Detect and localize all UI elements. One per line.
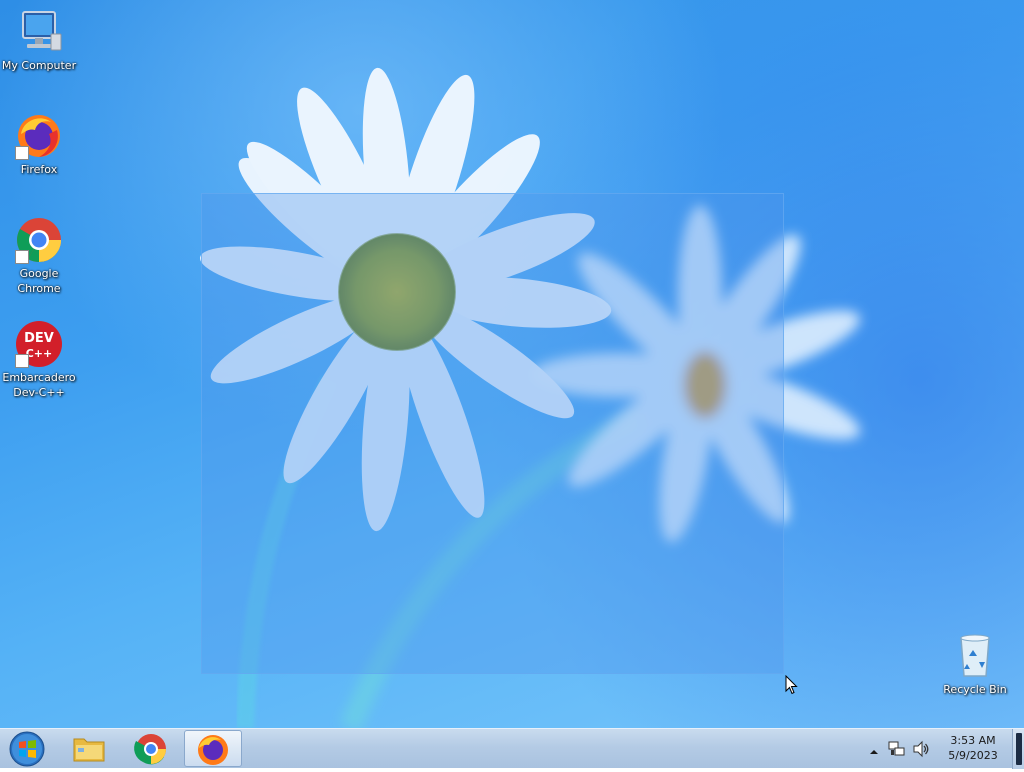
- desktop-icon-label: Firefox: [20, 163, 58, 176]
- show-hidden-icons-arrow[interactable]: [868, 743, 880, 755]
- system-clock[interactable]: 3:53 AM 5/9/2023: [940, 733, 1006, 763]
- devcpp-icon: DEV C++: [15, 320, 63, 368]
- chrome-icon: [15, 216, 63, 264]
- firefox-icon: [198, 735, 228, 765]
- network-icon[interactable]: [888, 740, 906, 758]
- recycle-bin-icon: [951, 632, 999, 680]
- volume-icon[interactable]: [912, 740, 930, 758]
- folder-icon: [73, 738, 105, 762]
- clock-time: 3:53 AM: [950, 734, 996, 747]
- firefox-icon: [15, 112, 63, 160]
- desktop-icon-google-chrome[interactable]: Google Chrome: [0, 216, 78, 296]
- start-button[interactable]: [6, 730, 48, 767]
- desktop-icon-label: Recycle Bin: [943, 683, 1007, 696]
- clock-date: 5/9/2023: [948, 749, 998, 762]
- shortcut-arrow-icon: [15, 146, 29, 160]
- desktop-icon-firefox[interactable]: Firefox: [0, 112, 78, 177]
- desktop-icon-recycle-bin[interactable]: Recycle Bin: [936, 632, 1014, 697]
- desktop-icon-label: Embarcadero Dev-C++: [2, 371, 76, 399]
- taskbar: 3:53 AM 5/9/2023: [0, 728, 1024, 769]
- taskbar-button-file-explorer[interactable]: [60, 730, 118, 767]
- desktop[interactable]: My Computer Firefox Google Chrome DEV C+…: [0, 0, 1024, 728]
- desktop-icon-label: Google Chrome: [17, 267, 61, 295]
- svg-text:DEV: DEV: [24, 331, 54, 346]
- show-desktop-button[interactable]: [1012, 729, 1024, 769]
- mouse-cursor-icon: [785, 675, 798, 695]
- shortcut-arrow-icon: [15, 250, 29, 264]
- svg-text:C++: C++: [26, 347, 53, 360]
- desktop-icon-label: My Computer: [1, 59, 77, 72]
- chrome-icon: [134, 734, 166, 765]
- selection-rectangle: [201, 193, 784, 674]
- windows-start-orb-icon: [9, 731, 45, 767]
- computer-icon: [15, 8, 63, 56]
- desktop-icon-devcpp[interactable]: DEV C++ Embarcadero Dev-C++: [0, 320, 78, 400]
- desktop-icon-my-computer[interactable]: My Computer: [0, 8, 78, 73]
- taskbar-button-firefox[interactable]: [184, 730, 242, 767]
- shortcut-arrow-icon: [15, 354, 29, 368]
- taskbar-button-chrome[interactable]: [122, 730, 180, 767]
